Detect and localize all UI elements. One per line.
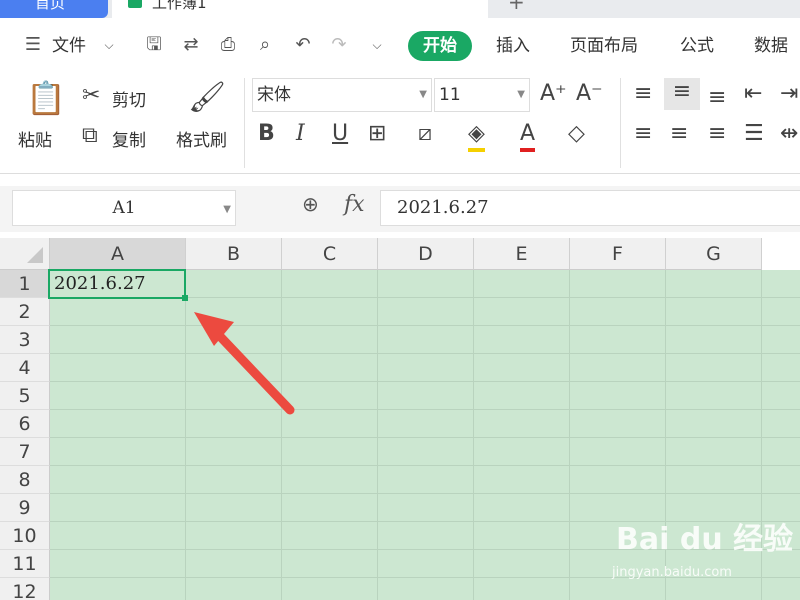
baidu-watermark-logo: Bai du 经验 bbox=[616, 522, 794, 557]
baidu-watermark-url: jingyan.baidu.com bbox=[612, 565, 732, 580]
annotation-arrow bbox=[194, 312, 295, 415]
